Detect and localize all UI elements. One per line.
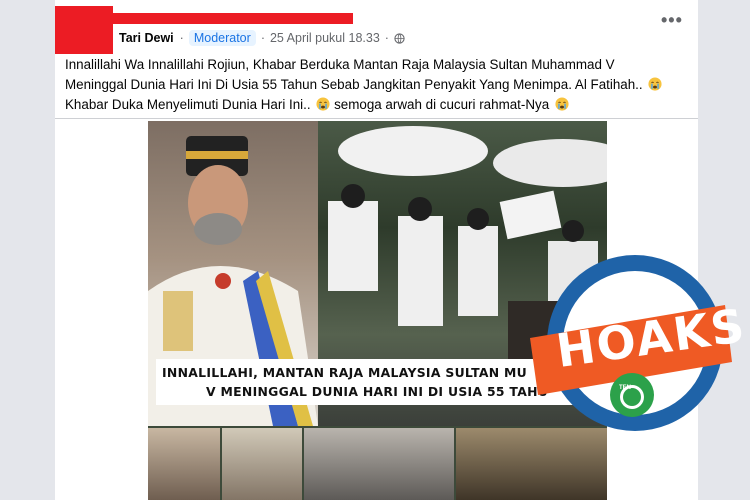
divider [55, 118, 698, 119]
author-name[interactable]: Tari Dewi [119, 31, 174, 45]
crying-face-emoji-icon [648, 77, 662, 91]
separator-dot: · [179, 31, 184, 45]
separator-dot: · [260, 31, 265, 45]
crying-face-emoji-icon [316, 97, 330, 111]
thumbnail-photo [222, 428, 302, 500]
redacted-avatar [55, 6, 113, 54]
thumbnail-photo [148, 428, 220, 500]
post-body: Innalillahi Wa Innalillahi Rojiun, Khaba… [65, 55, 687, 115]
post-header: Tari Dewi · Moderator · 25 April pukul 1… [119, 29, 405, 47]
redacted-group-name [113, 13, 353, 24]
separator-dot: · [384, 31, 389, 45]
seal-text: TEN [619, 385, 631, 391]
moderator-badge: Moderator [188, 30, 256, 46]
more-options-icon[interactable]: ••• [661, 11, 683, 29]
post-text-line: Khabar Duka Menyelimuti Dunia Hari Ini.. [65, 97, 311, 112]
globe-icon [394, 32, 405, 44]
crying-face-emoji-icon [555, 97, 569, 111]
post-text-line: semoga arwah di cucuri rahmat-Nya [334, 97, 550, 112]
thumbnail-photo [304, 428, 454, 500]
post-timestamp[interactable]: 25 April pukul 18.33 [270, 31, 380, 45]
post-text-line: Meninggal Dunia Hari Ini Di Usia 55 Tahu… [65, 77, 643, 92]
post-text-line: Innalillahi Wa Innalillahi Rojiun, Khaba… [65, 57, 615, 72]
